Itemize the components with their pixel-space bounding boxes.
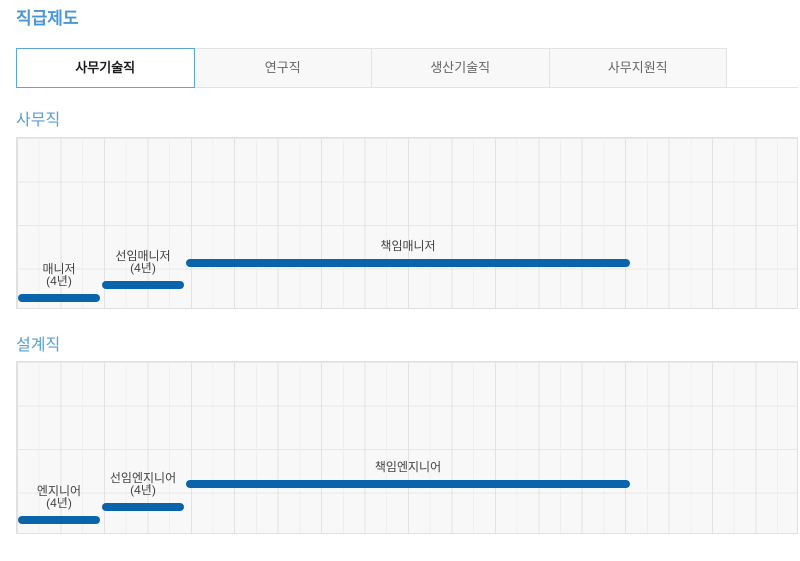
grade-chart-design: 엔지니어(4년) 선임엔지니어(4년) 책임엔지니어 [16, 361, 798, 534]
page-title: 직급제도 [16, 9, 798, 29]
tab-research[interactable]: 연구직 [194, 48, 373, 88]
grade-bar-label: 책임매니저 [380, 240, 435, 252]
grade-bar-label: 매니저(4년) [42, 263, 75, 287]
page-container: 직급제도 사무기술직 연구직 생산기술직 사무지원직 사무직 매니저(4년) 선임… [16, 9, 798, 534]
grade-bar-label: 선임엔지니어(4년) [110, 472, 176, 496]
section-title-office: 사무직 [16, 111, 798, 130]
grade-bar [186, 259, 630, 267]
grade-bar-label: 선임매니저(4년) [115, 250, 170, 274]
tab-production-technical[interactable]: 생산기술직 [371, 48, 550, 88]
grade-bar [102, 281, 184, 289]
grade-bar [186, 480, 630, 488]
tab-office-technical[interactable]: 사무기술직 [16, 48, 195, 88]
job-category-tabbar: 사무기술직 연구직 생산기술직 사무지원직 [16, 48, 798, 88]
tabbar-filler [727, 48, 798, 88]
grade-bar [18, 294, 100, 302]
grade-bar [18, 516, 100, 524]
grade-bar-label: 책임엔지니어 [375, 461, 441, 473]
grade-bar [102, 503, 184, 511]
section-title-design: 설계직 [16, 336, 798, 355]
tab-office-support[interactable]: 사무지원직 [549, 48, 728, 88]
grade-bar-label: 엔지니어(4년) [37, 485, 81, 509]
grade-chart-office: 매니저(4년) 선임매니저(4년) 책임매니저 [16, 137, 798, 309]
